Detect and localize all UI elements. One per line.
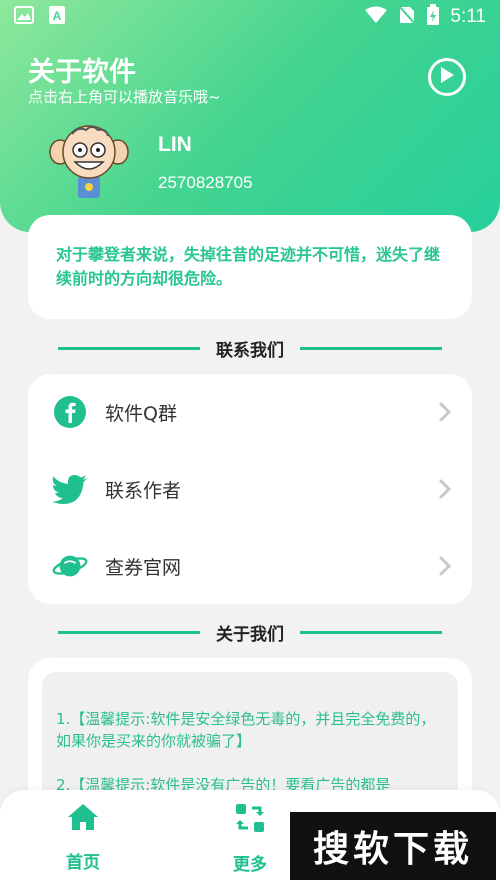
about-item: 1.【温馨提示:软件是安全绿色无毒的，并且完全免费的，如果你是买来的你就被骗了】 [56,710,436,750]
nav-label: 首页 [66,853,100,873]
user-qq-number: 2570828705 [158,173,253,192]
status-bar: A 5:11 [0,0,500,34]
text-notification-icon: A [48,5,66,29]
quote-text: 对于攀登者来说，失掉往昔的足迹并不可惜，迷失了继续前时的方向却很危险。 [56,245,441,288]
watermark: 搜软下载 [290,812,496,880]
refresh-icon [234,802,266,838]
svg-text:A: A [53,9,62,23]
contact-section-header: 联系我们 [58,336,442,361]
divider-line-left [58,630,200,634]
facebook-icon [52,394,88,430]
battery-icon [426,3,440,31]
user-name: LIN [158,133,192,156]
nav-item-home[interactable]: 首页 [38,802,128,882]
quote-card: 对于攀登者来说，失掉往昔的足迹并不可惜，迷失了继续前时的方向却很危险。 [28,215,472,319]
twitter-icon [52,471,88,507]
chevron-right-icon [438,400,452,424]
status-time: 5:11 [450,6,486,27]
chevron-right-icon [438,554,452,578]
about-section-title: 关于我们 [216,624,284,645]
nav-item-more[interactable]: 更多 [205,802,295,882]
no-sim-icon [398,4,417,30]
divider-line-left [58,346,200,350]
contact-item-label: 联系作者 [105,479,182,502]
chevron-right-icon [438,477,452,501]
wifi-icon [364,6,388,29]
contact-item-label: 软件Q群 [105,402,177,425]
planet-icon [52,548,88,584]
contact-item-qq-group[interactable]: 软件Q群 [28,382,472,442]
avatar [48,124,130,198]
contact-item-label: 查券官网 [105,556,182,579]
page-title: 关于软件 [28,57,136,88]
home-icon [66,802,100,836]
divider-line-right [300,630,442,634]
contact-item-author[interactable]: 联系作者 [28,459,472,519]
page-subtitle: 点击右上角可以播放音乐哦~ [28,88,221,106]
image-notification-icon [14,6,34,28]
play-icon [439,66,455,88]
contact-card: 软件Q群 联系作者 查券官网 [28,374,472,604]
contact-section-title: 联系我们 [216,340,284,361]
play-music-button[interactable] [428,58,466,96]
nav-label: 更多 [233,855,267,875]
contact-item-coupon-site[interactable]: 查券官网 [28,536,472,596]
about-section-header: 关于我们 [58,620,442,645]
divider-line-right [300,346,442,350]
